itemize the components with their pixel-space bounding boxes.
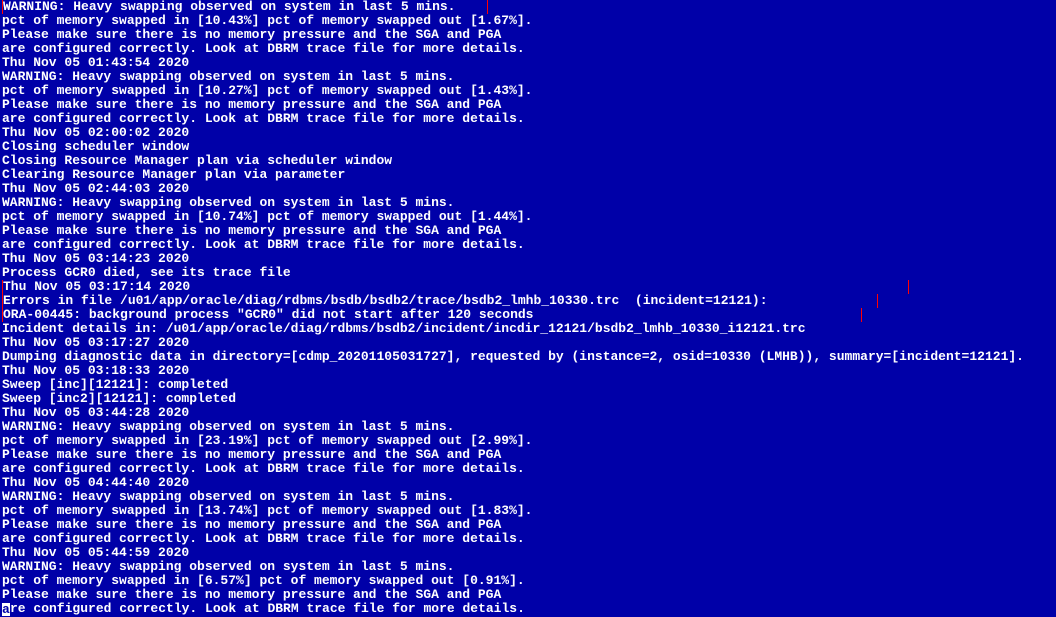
log-line: Thu Nov 05 03:17:27 2020 <box>2 336 1054 350</box>
log-line: Clearing Resource Manager plan via param… <box>2 168 1054 182</box>
log-line: Please make sure there is no memory pres… <box>2 28 1054 42</box>
log-line: pct of memory swapped in [6.57%] pct of … <box>2 574 1054 588</box>
log-line: pct of memory swapped in [10.43%] pct of… <box>2 14 1054 28</box>
log-line: pct of memory swapped in [10.27%] pct of… <box>2 84 1054 98</box>
log-line: WARNING: Heavy swapping observed on syst… <box>2 560 1054 574</box>
log-line: are configured correctly. Look at DBRM t… <box>2 602 1054 616</box>
text-cursor: a <box>2 603 10 616</box>
log-line: are configured correctly. Look at DBRM t… <box>2 238 1054 252</box>
log-line: WARNING: Heavy swapping observed on syst… <box>2 196 1054 210</box>
log-line: Please make sure there is no memory pres… <box>2 588 1054 602</box>
log-line: pct of memory swapped in [23.19%] pct of… <box>2 434 1054 448</box>
log-line: Please make sure there is no memory pres… <box>2 518 1054 532</box>
log-line: are configured correctly. Look at DBRM t… <box>2 532 1054 546</box>
log-line: ORA-00445: background process "GCR0" did… <box>2 308 1054 322</box>
log-line: Thu Nov 05 01:43:54 2020 <box>2 56 1054 70</box>
log-line: Thu Nov 05 05:44:59 2020 <box>2 546 1054 560</box>
log-line: Thu Nov 05 03:14:23 2020 <box>2 252 1054 266</box>
log-line: Closing Resource Manager plan via schedu… <box>2 154 1054 168</box>
log-line: are configured correctly. Look at DBRM t… <box>2 112 1054 126</box>
terminal-output[interactable]: WARNING: Heavy swapping observed on syst… <box>0 0 1056 616</box>
log-line: are configured correctly. Look at DBRM t… <box>2 462 1054 476</box>
log-line: pct of memory swapped in [13.74%] pct of… <box>2 504 1054 518</box>
log-line: Thu Nov 05 02:44:03 2020 <box>2 182 1054 196</box>
log-line: Thu Nov 05 03:44:28 2020 <box>2 406 1054 420</box>
log-line: Thu Nov 05 04:44:40 2020 <box>2 476 1054 490</box>
log-line: Please make sure there is no memory pres… <box>2 224 1054 238</box>
log-line: WARNING: Heavy swapping observed on syst… <box>2 420 1054 434</box>
log-line: Incident details in: /u01/app/oracle/dia… <box>2 322 1054 336</box>
log-line: Sweep [inc2][12121]: completed <box>2 392 1054 406</box>
log-line: Process GCR0 died, see its trace file <box>2 266 1054 280</box>
log-line: WARNING: Heavy swapping observed on syst… <box>2 70 1054 84</box>
log-line: WARNING: Heavy swapping observed on syst… <box>2 490 1054 504</box>
log-line: Please make sure there is no memory pres… <box>2 98 1054 112</box>
log-line: Thu Nov 05 03:17:14 2020 <box>2 280 1054 294</box>
log-line: Please make sure there is no memory pres… <box>2 448 1054 462</box>
log-line: Thu Nov 05 03:18:33 2020 <box>2 364 1054 378</box>
log-line: WARNING: Heavy swapping observed on syst… <box>2 0 1054 14</box>
log-line: Errors in file /u01/app/oracle/diag/rdbm… <box>2 294 1054 308</box>
log-line: Dumping diagnostic data in directory=[cd… <box>2 350 1054 364</box>
log-line: Sweep [inc][12121]: completed <box>2 378 1054 392</box>
log-line: pct of memory swapped in [10.74%] pct of… <box>2 210 1054 224</box>
log-line: Closing scheduler window <box>2 140 1054 154</box>
log-line: are configured correctly. Look at DBRM t… <box>2 42 1054 56</box>
log-line: Thu Nov 05 02:00:02 2020 <box>2 126 1054 140</box>
